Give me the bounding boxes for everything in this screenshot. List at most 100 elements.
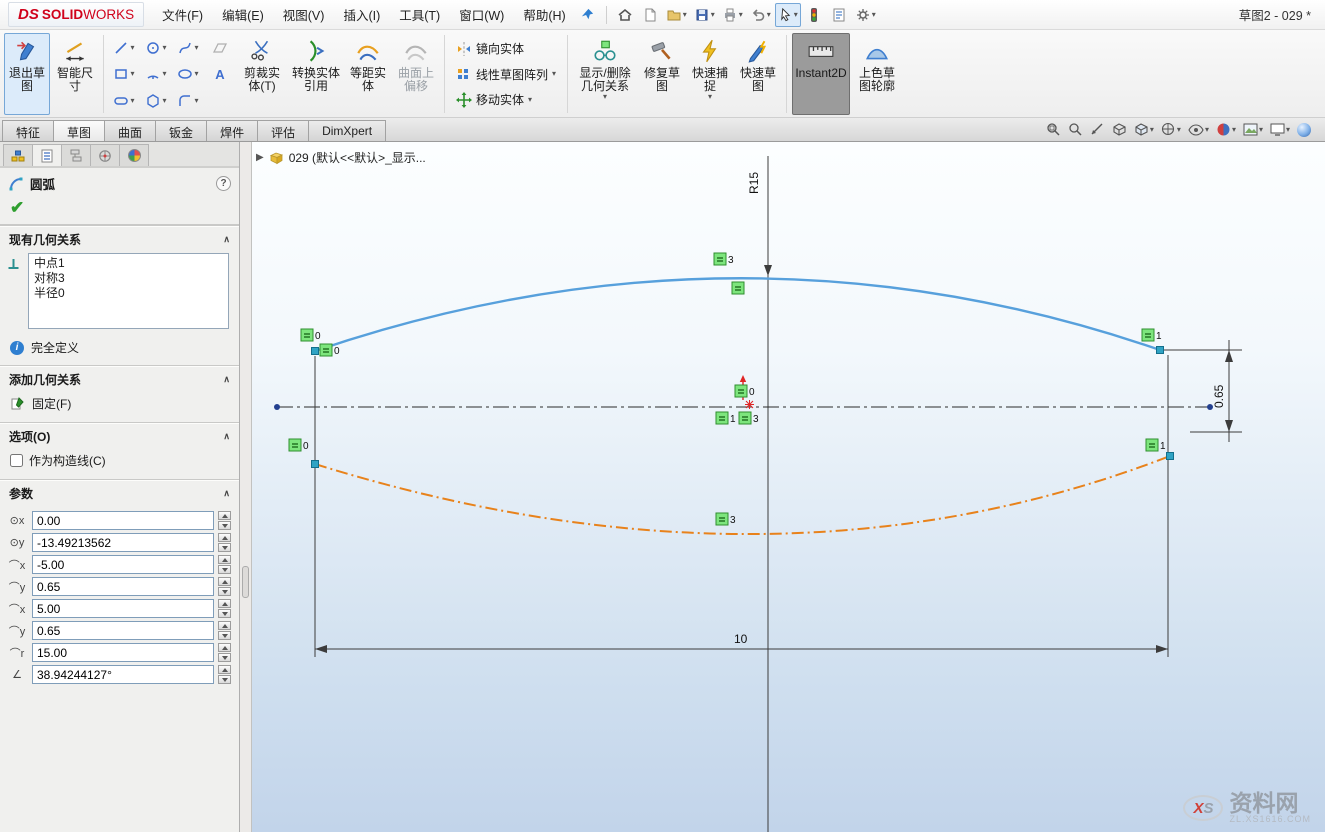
pin-menu-icon[interactable] — [576, 3, 600, 27]
linear-pattern-button[interactable]: 线性草图阵列 ▾ — [452, 62, 560, 87]
fillet-dropdown-icon[interactable]: ▾ — [194, 97, 198, 105]
ellipse-tool-button[interactable]: ▾ — [173, 62, 203, 87]
shaded-contours-button[interactable]: 上色草图轮廓 — [852, 33, 902, 115]
surface-offset-button[interactable]: 曲面上偏移 — [393, 33, 439, 115]
menu-insert[interactable]: 插入(I) — [334, 0, 389, 29]
arc-dropdown-icon[interactable]: ▾ — [162, 70, 166, 78]
relation-badge-midpoint-top[interactable] — [732, 282, 744, 294]
rectangle-dropdown-icon[interactable]: ▾ — [130, 70, 134, 78]
display-relations-dropdown-icon[interactable]: ▾ — [603, 93, 607, 101]
spline-dropdown-icon[interactable]: ▾ — [194, 44, 198, 52]
open-document-icon[interactable]: ▾ — [663, 3, 690, 27]
menu-window[interactable]: 窗口(W) — [450, 0, 513, 29]
tab-sketch[interactable]: 草图 — [53, 120, 105, 141]
zoom-area-icon[interactable] — [1068, 122, 1083, 137]
new-document-icon[interactable] — [638, 3, 662, 27]
radius-spinner[interactable] — [218, 643, 231, 662]
relation-badge-lower-right[interactable]: 1 — [1146, 439, 1166, 452]
graphics-area[interactable]: ▶ 029 (默认<<默认>_显示... R15 — [252, 142, 1325, 832]
relation-item[interactable]: 对称3 — [34, 271, 223, 286]
slot-dropdown-icon[interactable]: ▾ — [130, 97, 134, 105]
endpoint-handle[interactable] — [1157, 347, 1164, 354]
start-y-spinner[interactable] — [218, 577, 231, 596]
endpoint-handle[interactable] — [312, 461, 319, 468]
collapse-chevron-icon[interactable]: ∧ — [223, 374, 230, 385]
add-relations-header[interactable]: 添加几何关系 ∧ — [0, 366, 239, 392]
feature-manager-tab[interactable] — [3, 144, 33, 166]
plane-tool-button[interactable] — [205, 35, 235, 60]
appearance-dropdown-icon[interactable]: ▾ — [1232, 126, 1236, 134]
tab-weldments[interactable]: 焊件 — [206, 120, 258, 141]
start-x-spinner[interactable] — [218, 555, 231, 574]
polygon-dropdown-icon[interactable]: ▾ — [162, 97, 166, 105]
line-dropdown-icon[interactable]: ▾ — [130, 44, 134, 52]
centerline-endpoint[interactable] — [274, 404, 280, 410]
center-y-input[interactable] — [32, 533, 214, 552]
fix-relation-button[interactable]: 固定(F) — [0, 392, 239, 422]
end-y-spinner[interactable] — [218, 621, 231, 640]
print-icon[interactable]: ▾ — [719, 3, 746, 27]
trim-entities-button[interactable]: 剪裁实体(T) — [237, 33, 287, 115]
relation-badge-center-b[interactable]: 3 — [739, 412, 759, 425]
help-icon[interactable]: ? — [216, 176, 231, 191]
endpoint-handle[interactable] — [312, 348, 319, 355]
relation-item[interactable]: 中点1 — [34, 256, 223, 271]
construction-line-checkbox[interactable] — [10, 454, 23, 467]
mirror-entities-button[interactable]: 镜向实体 — [452, 36, 560, 61]
instant2d-button[interactable]: Instant2D — [792, 33, 850, 115]
radius-input[interactable] — [32, 643, 214, 662]
angle-input[interactable] — [32, 665, 214, 684]
existing-relations-header[interactable]: 现有几何关系 ∧ — [0, 226, 239, 252]
tab-dimxpert[interactable]: DimXpert — [308, 120, 386, 141]
relation-badge-symmetry-top[interactable]: 3 — [714, 253, 734, 266]
view-orientation-dropdown-icon[interactable]: ▾ — [1150, 126, 1154, 134]
start-x-input[interactable] — [32, 555, 214, 574]
move-entities-button[interactable]: 移动实体 ▾ — [452, 87, 560, 112]
tab-evaluate[interactable]: 评估 — [257, 120, 309, 141]
display-style-icon[interactable]: ▾ — [1161, 122, 1181, 137]
smart-dimension-button[interactable]: 智能尺寸 — [52, 33, 98, 115]
undo-icon[interactable]: ▾ — [747, 3, 774, 27]
task-pane-icon[interactable] — [827, 3, 851, 27]
display-style-dropdown-icon[interactable]: ▾ — [1177, 126, 1181, 134]
apply-scene-icon[interactable]: ▾ — [1243, 123, 1263, 136]
scene-dropdown-icon[interactable]: ▾ — [1259, 126, 1263, 134]
relation-badge-midpoint-bottom[interactable]: 3 — [716, 513, 736, 526]
zoom-fit-icon[interactable] — [1046, 122, 1061, 137]
spline-tool-button[interactable]: ▾ — [173, 35, 203, 60]
linear-pattern-dropdown-icon[interactable]: ▾ — [552, 70, 556, 78]
open-dropdown-icon[interactable]: ▾ — [683, 11, 687, 19]
circle-dropdown-icon[interactable]: ▾ — [162, 44, 166, 52]
rapid-sketch-button[interactable]: 快速草图 — [735, 33, 781, 115]
text-tool-button[interactable]: A — [205, 62, 235, 87]
display-manager-tab[interactable] — [119, 144, 149, 166]
menu-file[interactable]: 文件(F) — [153, 0, 212, 29]
ok-check-icon[interactable]: ✔ — [10, 198, 24, 217]
view-orientation-icon[interactable]: ▾ — [1134, 122, 1154, 137]
view-settings-dropdown-icon[interactable]: ▾ — [1286, 126, 1290, 134]
display-delete-relations-button[interactable]: 显示/删除几何关系 ▾ — [573, 33, 637, 115]
undo-dropdown-icon[interactable]: ▾ — [767, 11, 771, 19]
save-dropdown-icon[interactable]: ▾ — [711, 11, 715, 19]
tab-features[interactable]: 特征 — [2, 120, 54, 141]
angle-spinner[interactable] — [218, 665, 231, 684]
repair-sketch-button[interactable]: 修复草图 — [639, 33, 685, 115]
rectangle-tool-button[interactable]: ▾ — [109, 62, 139, 87]
dimension-radius[interactable]: R15 — [747, 172, 761, 194]
collapse-chevron-icon[interactable]: ∧ — [223, 488, 230, 499]
end-x-input[interactable] — [32, 599, 214, 618]
configuration-manager-tab[interactable] — [61, 144, 91, 166]
relation-badge-left-a[interactable]: 0 — [301, 329, 321, 342]
tab-sheet-metal[interactable]: 钣金 — [155, 120, 207, 141]
property-manager-tab[interactable] — [32, 144, 62, 166]
quick-snaps-button[interactable]: 快速捕捉 ▾ — [687, 33, 733, 115]
relations-listbox[interactable]: 中点1 对称3 半径0 — [28, 253, 229, 329]
end-y-input[interactable] — [32, 621, 214, 640]
slot-tool-button[interactable]: ▾ — [109, 88, 139, 113]
endpoint-handle[interactable] — [1167, 453, 1174, 460]
arc-bottom[interactable] — [315, 456, 1170, 534]
polygon-tool-button[interactable]: ▾ — [141, 88, 171, 113]
dimension-width[interactable]: 10 — [734, 632, 748, 646]
collapse-chevron-icon[interactable]: ∧ — [223, 234, 230, 245]
convert-entities-button[interactable]: 转换实体引用 — [289, 33, 343, 115]
